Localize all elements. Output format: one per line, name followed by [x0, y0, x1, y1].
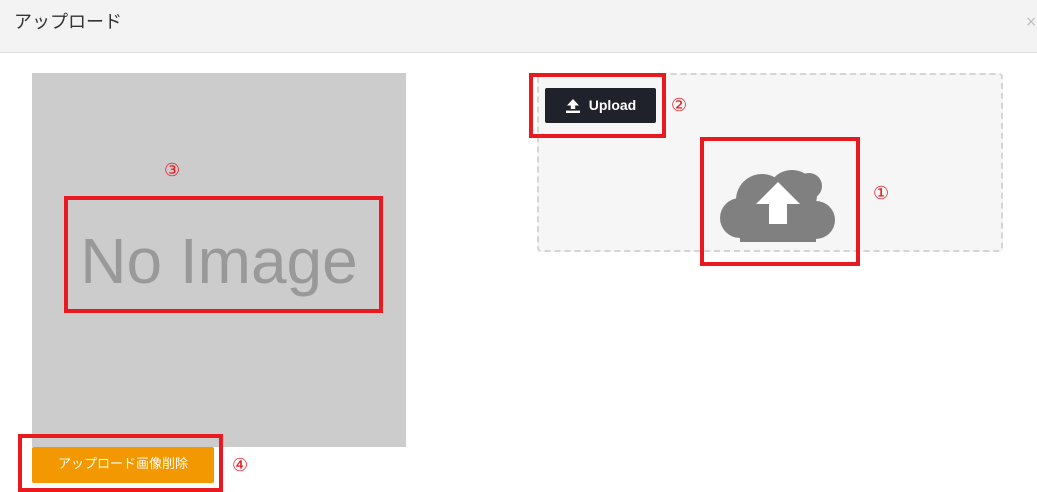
- annotation-mark-2: ②: [671, 95, 688, 116]
- annotation-mark-4: ④: [232, 455, 249, 476]
- upload-button-label: Upload: [588, 97, 637, 113]
- delete-uploaded-image-button[interactable]: アップロード画像削除: [32, 447, 214, 483]
- cloud-upload-icon[interactable]: [720, 168, 836, 242]
- close-icon[interactable]: ×: [1025, 15, 1037, 29]
- dialog-title: アップロード: [14, 12, 122, 33]
- image-preview: No Image: [32, 73, 406, 447]
- annotation-mark-1: ①: [873, 183, 890, 204]
- annotation-mark-3: ③: [164, 160, 181, 181]
- upload-dialog: アップロード × No Image アップロード画像削除 Upload ① ②: [0, 0, 1037, 492]
- upload-arrow-icon: [565, 98, 581, 114]
- dialog-header: アップロード ×: [0, 0, 1037, 53]
- upload-button[interactable]: Upload: [545, 88, 656, 123]
- no-image-placeholder: No Image: [80, 225, 358, 297]
